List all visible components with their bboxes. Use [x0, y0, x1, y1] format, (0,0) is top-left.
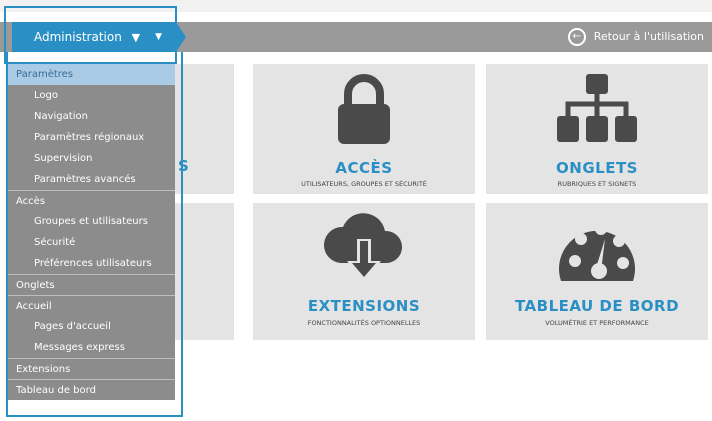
- top-strip: [0, 0, 712, 12]
- sitemap-icon: [557, 74, 637, 142]
- tile-onglets[interactable]: ONGLETS RUBRIQUES ET SIGNETS: [486, 64, 708, 194]
- back-link-label: Retour à l'utilisation: [593, 30, 704, 43]
- menu-item-parametres[interactable]: Paramètres: [8, 64, 175, 85]
- menu-item-tableau-de-bord[interactable]: Tableau de bord: [8, 379, 175, 400]
- menu-item-pages-accueil[interactable]: Pages d'accueil: [8, 316, 175, 337]
- tile-tableau-de-bord[interactable]: TABLEAU DE BORD VOLUMÉTRIE ET PERFORMANC…: [486, 203, 708, 340]
- administration-menu-button[interactable]: Administration ▼ ▼: [12, 22, 186, 52]
- gauge-icon: [559, 223, 635, 281]
- menu-item-accueil[interactable]: Accueil: [8, 295, 175, 316]
- back-to-usage-link[interactable]: ← Retour à l'utilisation: [567, 22, 704, 52]
- menu-item-groupes-utilisateurs[interactable]: Groupes et utilisateurs: [8, 211, 175, 232]
- menu-item-extensions[interactable]: Extensions: [8, 358, 175, 379]
- arrow-left-circle-icon: ←: [567, 28, 586, 46]
- tile-extensions-title: EXTENSIONS: [307, 297, 421, 315]
- menu-item-parametres-regionaux[interactable]: Paramètres régionaux: [8, 127, 175, 148]
- tile-acces-title: ACCÈS: [335, 159, 393, 177]
- cloud-download-icon: [323, 213, 403, 283]
- menu-item-parametres-avances[interactable]: Paramètres avancés: [8, 169, 175, 190]
- tile-extensions[interactable]: EXTENSIONS FONCTIONNALITÉS OPTIONNELLES: [253, 203, 475, 340]
- chevron-down-icon: ▼: [155, 32, 162, 42]
- menu-item-messages-express[interactable]: Messages express: [8, 337, 175, 358]
- tile-acces-subtitle: UTILISATEURS, GROUPES ET SÉCURITÉ: [301, 180, 427, 188]
- menu-item-logo[interactable]: Logo: [8, 85, 175, 106]
- tile-parametres-title-fragment: S: [178, 157, 189, 175]
- administration-label: Administration: [34, 30, 122, 44]
- tile-onglets-subtitle: RUBRIQUES ET SIGNETS: [557, 180, 637, 188]
- administration-dropdown-menu: Paramètres Logo Navigation Paramètres ré…: [8, 64, 175, 400]
- menu-item-securite[interactable]: Sécurité: [8, 232, 175, 253]
- caret-down-icon: ▼: [131, 31, 141, 44]
- menu-item-navigation[interactable]: Navigation: [8, 106, 175, 127]
- tile-tableau-de-bord-title: TABLEAU DE BORD: [514, 297, 680, 315]
- tile-acces[interactable]: ACCÈS UTILISATEURS, GROUPES ET SÉCURITÉ: [253, 64, 475, 194]
- menu-item-acces[interactable]: Accès: [8, 190, 175, 211]
- lock-icon: [338, 74, 390, 144]
- tile-extensions-subtitle: FONCTIONNALITÉS OPTIONNELLES: [307, 319, 421, 327]
- menu-item-preferences-utilisateurs[interactable]: Préférences utilisateurs: [8, 253, 175, 274]
- tile-onglets-title: ONGLETS: [556, 159, 638, 177]
- menu-item-onglets[interactable]: Onglets: [8, 274, 175, 295]
- menu-item-supervision[interactable]: Supervision: [8, 148, 175, 169]
- button-arrow-tip: [176, 22, 186, 52]
- tile-tableau-de-bord-subtitle: VOLUMÉTRIE ET PERFORMANCE: [545, 319, 649, 327]
